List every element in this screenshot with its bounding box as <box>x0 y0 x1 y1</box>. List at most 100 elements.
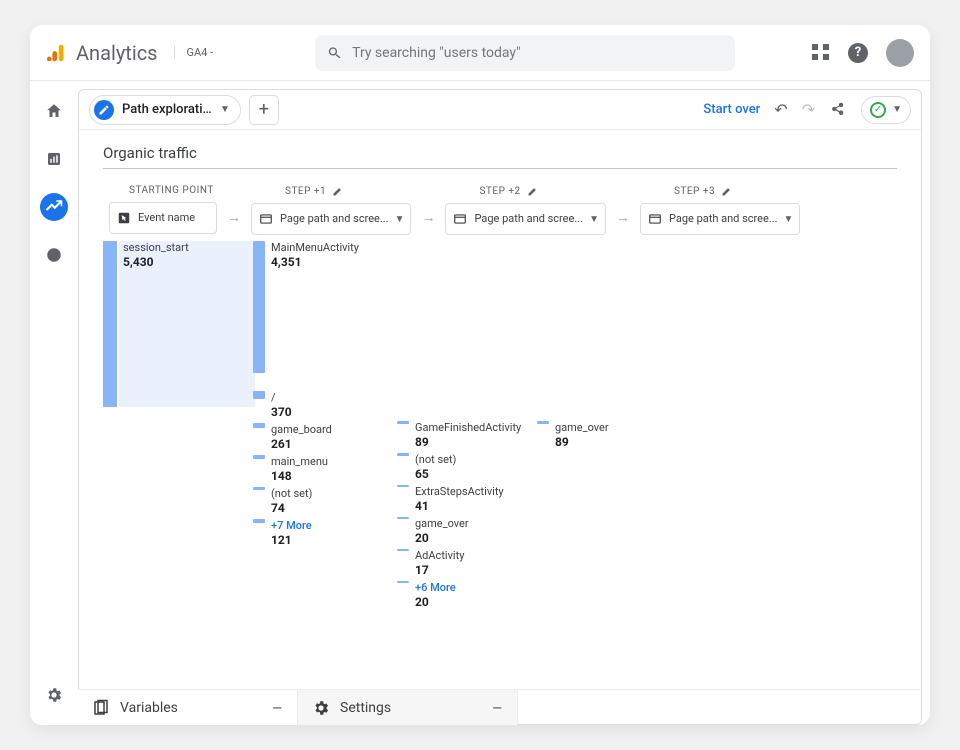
node-bar <box>253 423 265 428</box>
collapse-icon[interactable]: − <box>272 696 283 720</box>
variables-icon <box>92 699 110 717</box>
sankey-node[interactable]: main_menu148 <box>253 455 359 483</box>
step-3: STEP +3 Page path and scree... ▼ <box>640 185 800 235</box>
node-text: game_over20 <box>415 517 469 545</box>
nav-explore-icon[interactable] <box>40 193 68 221</box>
steps-header: STARTING POINT Event name → STEP +1 Page… <box>103 185 897 235</box>
search-input[interactable] <box>352 45 723 61</box>
node-bar <box>397 581 409 583</box>
chevron-down-icon: ▼ <box>892 104 902 115</box>
node-bar <box>253 487 265 490</box>
step2-column: GameFinishedActivity89 (not set)65 ExtraSt… <box>397 421 521 613</box>
tab-row: Path explorati... ▼ + Start over ↶ ↷ ✓ ▼ <box>79 90 921 130</box>
node-bar <box>253 391 265 399</box>
sankey-node[interactable]: ExtraStepsActivity41 <box>397 485 521 513</box>
nav-advertising-icon[interactable] <box>40 241 68 269</box>
node-text: GameFinishedActivity89 <box>415 421 521 449</box>
step1-column: MainMenuActivity4,351/370 game_board261ma… <box>253 241 359 551</box>
add-tab-button[interactable]: + <box>249 95 279 125</box>
node-bar <box>253 241 265 373</box>
node-bar <box>397 421 409 424</box>
node-bar <box>253 455 265 459</box>
pencil-icon[interactable] <box>527 185 539 197</box>
undo-icon[interactable]: ↶ <box>774 100 787 119</box>
arrow-icon: → <box>616 209 630 226</box>
chevron-down-icon: ▼ <box>395 214 405 225</box>
sankey-node[interactable]: +6 More20 <box>397 581 521 609</box>
sankey-node[interactable]: +7 More121 <box>253 519 359 547</box>
search-icon <box>327 45 342 61</box>
step-1-dropdown[interactable]: Page path and scree... ▼ <box>251 203 411 235</box>
tab-label: Path explorati... <box>122 102 212 117</box>
main-panel: Path explorati... ▼ + Start over ↶ ↷ ✓ ▼ <box>78 89 922 725</box>
step-2-dropdown[interactable]: Page path and scree... ▼ <box>445 203 605 235</box>
sankey-node[interactable]: game_over89 <box>537 421 609 449</box>
redo-icon[interactable]: ↷ <box>802 100 815 119</box>
sankey-node[interactable]: session_start 5,430 <box>103 241 189 407</box>
node-text: MainMenuActivity4,351 <box>271 241 359 269</box>
share-icon[interactable] <box>829 99 847 121</box>
variables-panel[interactable]: Variables − <box>78 690 298 725</box>
sankey-node[interactable]: game_board261 <box>253 423 359 451</box>
pencil-icon[interactable] <box>332 185 344 197</box>
node-text: (not set)74 <box>271 487 312 515</box>
node-text: +7 More121 <box>271 519 312 547</box>
starting-point: STARTING POINT Event name <box>109 185 217 234</box>
settings-panel[interactable]: Settings − <box>298 690 518 725</box>
sankey-node[interactable]: (not set)65 <box>397 453 521 481</box>
sankey-node[interactable]: game_over20 <box>397 517 521 545</box>
report-title[interactable]: Organic traffic <box>103 144 897 169</box>
node-bar <box>103 241 117 407</box>
help-icon[interactable]: ? <box>848 43 868 63</box>
arrow-icon: → <box>421 209 435 226</box>
page-icon <box>258 211 274 227</box>
app-header: Analytics GA4 - ? <box>30 25 930 81</box>
nav-home-icon[interactable] <box>40 97 68 125</box>
header-actions: ? <box>812 39 914 67</box>
page-icon <box>647 211 663 227</box>
nav-reports-icon[interactable] <box>40 145 68 173</box>
dropdown-label: Page path and scree... <box>669 213 778 225</box>
canvas: Organic traffic STARTING POINT Event nam… <box>79 130 921 724</box>
property-selector[interactable]: GA4 - <box>174 46 214 59</box>
apps-icon[interactable] <box>812 44 830 62</box>
nav-admin-icon[interactable] <box>40 681 68 709</box>
tab-active[interactable]: Path explorati... ▼ <box>89 95 241 125</box>
app-body: Path explorati... ▼ + Start over ↶ ↷ ✓ ▼ <box>30 81 930 725</box>
sankey-node[interactable]: GameFinishedActivity89 <box>397 421 521 449</box>
step-3-dropdown[interactable]: Page path and scree... ▼ <box>640 203 800 235</box>
sankey-chart: session_start 5,430 MainMenuActivity4,35… <box>103 241 897 601</box>
step-1: STEP +1 Page path and scree... ▼ <box>251 185 411 235</box>
app-window: Analytics GA4 - ? Path explorati <box>30 25 930 725</box>
node-text: main_menu148 <box>271 455 328 483</box>
starting-point-dropdown[interactable]: Event name <box>109 202 217 234</box>
sankey-node[interactable]: /370 <box>253 391 359 419</box>
start-over-button[interactable]: Start over <box>703 102 760 117</box>
node-bar <box>397 549 409 551</box>
node-bar <box>397 517 409 519</box>
chevron-down-icon: ▼ <box>589 214 599 225</box>
bottom-panels: Variables − Settings − <box>78 689 922 725</box>
cursor-icon <box>116 210 132 226</box>
sankey-node[interactable]: (not set)74 <box>253 487 359 515</box>
product-name: Analytics <box>76 41 158 65</box>
sankey-node[interactable]: MainMenuActivity4,351 <box>253 241 359 373</box>
node-text: (not set)65 <box>415 453 456 481</box>
pencil-icon[interactable] <box>721 185 733 197</box>
collapse-icon[interactable]: − <box>492 696 503 720</box>
step-2: STEP +2 Page path and scree... ▼ <box>445 185 605 235</box>
sankey-node[interactable]: AdActivity17 <box>397 549 521 577</box>
step-label: STEP +1 <box>285 185 344 197</box>
search-bar[interactable] <box>315 35 735 71</box>
step-label: STARTING POINT <box>129 185 214 196</box>
step3-column: game_over89 <box>537 421 609 453</box>
settings-icon <box>312 699 330 717</box>
node-text: ExtraStepsActivity41 <box>415 485 504 513</box>
start-column: session_start 5,430 <box>103 241 189 411</box>
page-icon <box>452 211 468 227</box>
node-text: game_board261 <box>271 423 332 451</box>
node-text: game_over89 <box>555 421 609 449</box>
status-pill[interactable]: ✓ ▼ <box>861 96 911 124</box>
avatar[interactable] <box>886 39 914 67</box>
node-text: /370 <box>271 391 292 419</box>
